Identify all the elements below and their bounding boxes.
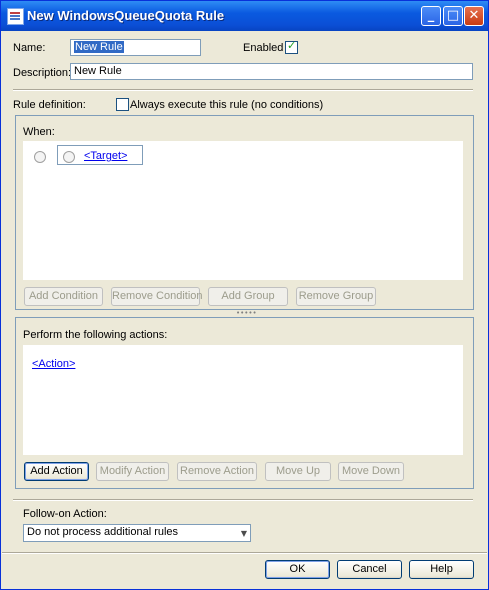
separator — [2, 552, 487, 554]
ok-button[interactable]: OK — [265, 560, 330, 579]
minimize-icon: _ — [427, 8, 435, 23]
close-icon: ✕ — [468, 8, 480, 23]
splitter-grip[interactable]: ••••• — [236, 309, 257, 317]
enabled-checkbox[interactable]: ✓ — [285, 39, 298, 54]
description-value: New Rule — [74, 65, 122, 77]
help-button[interactable]: Help — [409, 560, 474, 579]
follow-on-label: Follow-on Action: — [23, 508, 107, 520]
checkmark-icon: ✓ — [287, 39, 297, 52]
chevron-down-icon: ▼ — [240, 529, 247, 538]
separator — [13, 499, 473, 501]
actions-list[interactable] — [23, 345, 463, 455]
actions-label: Perform the following actions: — [23, 329, 168, 341]
rule-definition-label: Rule definition: — [13, 99, 86, 111]
name-input[interactable]: New Rule — [70, 39, 201, 56]
remove-condition-button[interactable]: Remove Condition — [111, 287, 203, 306]
cancel-button[interactable]: Cancel — [337, 560, 402, 579]
add-action-button[interactable]: Add Action — [24, 462, 89, 481]
description-label: Description: — [13, 67, 72, 79]
title-bar[interactable]: New WindowsQueueQuota Rule _ □ ✕ — [1, 1, 488, 31]
remove-group-button[interactable]: Remove Group — [296, 287, 376, 306]
when-label: When: — [23, 126, 55, 138]
name-label: Name: — [13, 42, 46, 54]
enabled-label: Enabled — [243, 42, 284, 54]
window-title: New WindowsQueueQuota Rule — [27, 8, 225, 23]
maximize-button[interactable]: □ — [443, 6, 463, 26]
app-window-icon — [7, 8, 24, 25]
remove-action-button[interactable]: Remove Action — [177, 462, 257, 481]
add-condition-button[interactable]: Add Condition — [24, 287, 103, 306]
add-group-button[interactable]: Add Group — [208, 287, 288, 306]
maximize-icon: □ — [446, 8, 460, 23]
modify-action-button[interactable]: Modify Action — [96, 462, 169, 481]
target-link[interactable]: <Target> — [84, 150, 127, 162]
name-value: New Rule — [74, 41, 124, 53]
description-input[interactable]: New Rule — [70, 63, 473, 80]
always-execute-checkbox[interactable] — [116, 98, 129, 111]
rule-dialog: New WindowsQueueQuota Rule _ □ ✕ Name: N… — [0, 0, 489, 590]
action-link[interactable]: <Action> — [32, 358, 75, 370]
follow-on-dropdown[interactable]: Do not process additional rules ▼ — [23, 524, 251, 542]
move-down-button[interactable]: Move Down — [338, 462, 404, 481]
always-execute-label[interactable]: Always execute this rule (no conditions) — [130, 99, 323, 111]
close-button[interactable]: ✕ — [464, 6, 484, 26]
minimize-button[interactable]: _ — [421, 6, 441, 26]
condition-root-radio[interactable] — [34, 151, 46, 163]
separator — [13, 89, 473, 91]
condition-node-radio[interactable] — [63, 151, 75, 163]
move-up-button[interactable]: Move Up — [265, 462, 331, 481]
follow-on-value: Do not process additional rules — [27, 526, 179, 538]
